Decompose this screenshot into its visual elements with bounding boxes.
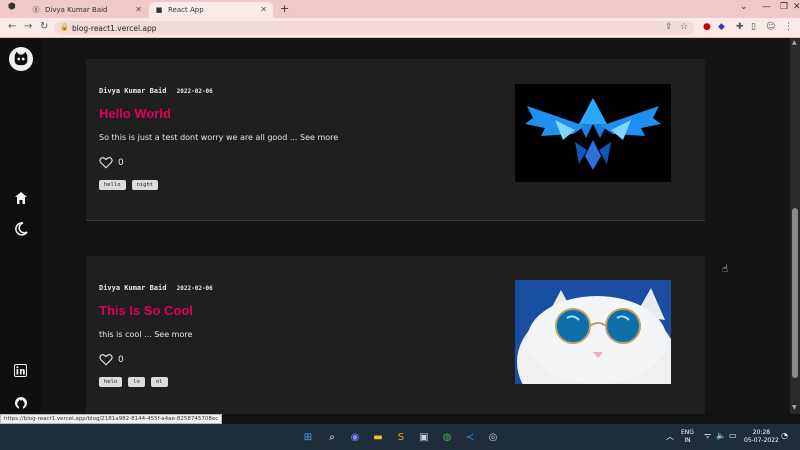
clock[interactable]: 20:28 05-07-2022 (744, 429, 779, 445)
tab-search-icon[interactable]: ⌄ (740, 2, 748, 12)
close-tab-icon[interactable]: ✕ (135, 5, 142, 14)
address-bar[interactable]: 🔒 blog-react1.vercel.app (54, 21, 694, 35)
post-thumbnail[interactable] (515, 280, 671, 384)
clock-time: 20:28 (752, 429, 771, 436)
scroll-down-icon[interactable]: ▼ (792, 404, 797, 411)
tag[interactable]: ol (150, 377, 168, 387)
url-text: blog-react1.vercel.app (72, 23, 157, 33)
sublime-text-icon[interactable]: S (394, 430, 408, 444)
tag-list: helo lo ol (99, 377, 168, 387)
post-date: 2022-02-06 (176, 88, 213, 95)
region-code: IN (684, 437, 691, 444)
browser-toolbar: ← → ↻ 🔒 blog-react1.vercel.app ⇪ ☆ ● ◆ ✚… (0, 18, 800, 38)
like-count: 0 (118, 354, 124, 365)
page-scrollbar[interactable]: ▲ ▼ (790, 38, 800, 414)
share-icon[interactable]: ⇪ (665, 22, 673, 32)
post-date: 2022-02-06 (176, 285, 213, 292)
language-code: ENG (681, 429, 694, 436)
post-feed: Divya Kumar Baid 2022-02-06 Hello World … (41, 38, 790, 414)
tab-react-app[interactable]: ■ React App ✕ (149, 2, 273, 18)
tab-divya-kumar-baid[interactable]: ⓓ Divya Kumar Baid ✕ (26, 2, 148, 18)
post-author: Divya Kumar Baid (99, 87, 167, 95)
avatar[interactable]: ☺ (766, 22, 775, 32)
heart-icon[interactable] (99, 353, 113, 366)
volume-icon[interactable]: 🔈 (716, 432, 726, 440)
moon-icon[interactable] (13, 221, 28, 236)
app: Divya Kumar Baid 2022-02-06 Hello World … (0, 38, 800, 414)
post-thumbnail[interactable] (515, 84, 671, 182)
tab-favicon-icon: ■ (155, 6, 163, 14)
linkedin-icon[interactable] (13, 363, 28, 378)
tag-list: hello night (99, 180, 159, 190)
discord-icon[interactable]: ◉ (348, 430, 362, 444)
link-status-bar: https://blog-react1.vercel.app/blog/2181… (0, 414, 223, 424)
side-panel-icon[interactable]: ▯ (751, 22, 756, 32)
back-icon[interactable]: ← (8, 21, 16, 32)
like-count: 0 (118, 157, 124, 168)
like-control[interactable]: 0 (99, 353, 124, 366)
search-icon[interactable]: ⌕ (325, 430, 339, 444)
bookmark-star-icon[interactable]: ☆ (680, 22, 688, 32)
mouse-cursor-icon: ☝ (722, 264, 729, 275)
post-excerpt[interactable]: this is cool ... See more (99, 330, 192, 339)
post-title[interactable]: This Is So Cool (99, 303, 193, 318)
tag[interactable]: helo (99, 377, 123, 387)
extension-icon[interactable]: ● (703, 22, 711, 32)
post-title[interactable]: Hello World (99, 106, 171, 121)
notification-icon[interactable]: ◔ (781, 432, 788, 440)
clock-date: 05-07-2022 (744, 437, 779, 444)
lock-icon: 🔒 (60, 23, 69, 31)
extensions-puzzle-icon[interactable]: ✚ (736, 22, 744, 32)
wifi-icon[interactable]: ᯤ (704, 432, 711, 440)
reload-icon[interactable]: ↻ (40, 21, 48, 32)
battery-icon[interactable]: ▭ (729, 432, 737, 440)
home-icon[interactable] (13, 190, 28, 205)
tab-favicon-icon: ⓓ (32, 6, 40, 14)
language-indicator[interactable]: ENG IN (681, 429, 694, 445)
forward-icon[interactable]: → (24, 21, 32, 32)
chrome-icon[interactable]: ◍ (440, 430, 454, 444)
tab-label: Divya Kumar Baid (45, 6, 108, 14)
start-menu-icon[interactable]: ⊞ (301, 430, 315, 444)
tab-label: React App (168, 6, 204, 14)
post-excerpt[interactable]: So this is just a test dont worry we are… (99, 133, 338, 142)
minimize-button[interactable]: — (762, 2, 771, 12)
screen: ⬢ ⓓ Divya Kumar Baid ✕ ■ React App ✕ + ⌄… (0, 0, 800, 450)
windows-taskbar: ⊞ ⌕ ◉ ▬ S ▣ ◍ ≺ ◎ ︿ ENG IN ᯤ 🔈 ▭ 20:28 0… (0, 424, 800, 450)
post-card[interactable]: Divya Kumar Baid 2022-02-06 This Is So C… (86, 256, 705, 414)
browser-tab-bar: ⬢ ⓓ Divya Kumar Baid ✕ ■ React App ✕ + ⌄… (0, 0, 800, 18)
browser-menu-icon[interactable]: ⋮ (784, 22, 793, 32)
browser-menu-icon[interactable]: ⬢ (8, 2, 16, 12)
tag[interactable]: hello (99, 180, 126, 190)
post-meta: Divya Kumar Baid 2022-02-06 (99, 87, 213, 95)
sidebar (0, 38, 41, 414)
new-tab-button[interactable]: + (280, 2, 289, 15)
post-card[interactable]: Divya Kumar Baid 2022-02-06 Hello World … (86, 59, 705, 221)
app-icon[interactable]: ▣ (417, 430, 431, 444)
tag[interactable]: night (131, 180, 159, 190)
close-tab-icon[interactable]: ✕ (260, 5, 267, 14)
vscode-icon[interactable]: ≺ (463, 430, 477, 444)
file-explorer-icon[interactable]: ▬ (371, 430, 385, 444)
scrollbar-thumb[interactable] (792, 208, 798, 378)
post-meta: Divya Kumar Baid 2022-02-06 (99, 284, 213, 292)
tray-overflow-icon[interactable]: ︿ (666, 433, 674, 441)
scroll-up-icon[interactable]: ▲ (792, 39, 797, 46)
cat-logo-icon[interactable] (9, 47, 33, 71)
github-desktop-icon[interactable]: ◎ (486, 430, 500, 444)
extension-icon[interactable]: ◆ (718, 22, 725, 32)
close-window-button[interactable]: ✕ (793, 2, 800, 12)
github-icon[interactable] (13, 395, 28, 410)
tag[interactable]: lo (128, 377, 145, 387)
heart-icon[interactable] (99, 156, 113, 169)
maximize-button[interactable]: ❐ (780, 2, 788, 12)
post-author: Divya Kumar Baid (99, 284, 167, 292)
like-control[interactable]: 0 (99, 156, 124, 169)
